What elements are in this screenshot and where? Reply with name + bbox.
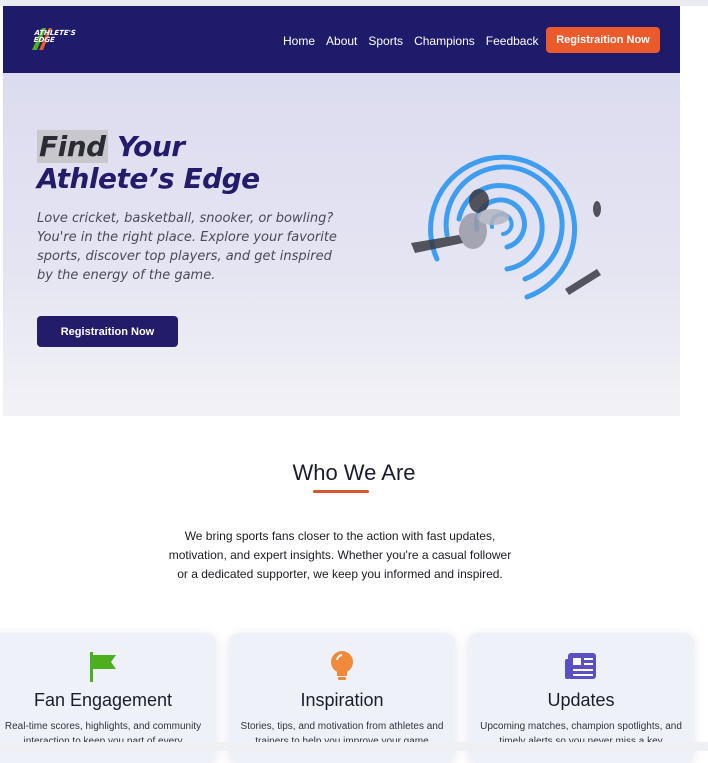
hero-title-rest: Your — [107, 130, 185, 163]
hero-title-line2: Athlete’s Edge — [37, 162, 260, 195]
hero-description: Love cricket, basketball, snooker, or bo… — [37, 211, 337, 283]
nav-registration-button[interactable]: Registraition Now — [546, 27, 660, 53]
hero-section: Find Your Athlete’s Edge Love cricket, ba… — [3, 73, 680, 416]
nav-link-champions[interactable]: Champions — [414, 34, 475, 48]
lightbulb-icon — [229, 649, 455, 683]
nav-link-sports[interactable]: Sports — [368, 34, 403, 48]
nav-link-home[interactable]: Home — [283, 34, 315, 48]
hero-title-highlight: Find — [37, 130, 108, 163]
brand-logo-text: ATHLETE'S EDGE — [33, 29, 77, 44]
nav-link-feedback[interactable]: Feedback — [486, 34, 539, 48]
brand-logo[interactable]: ATHLETE'S EDGE — [30, 26, 77, 52]
nav-links: Home About Sports Champions Feedback — [283, 34, 538, 48]
card-title: Updates — [547, 690, 615, 710]
athlete-rings-graphic — [411, 154, 601, 300]
nav-link-about[interactable]: About — [326, 34, 357, 48]
card-title: Fan Engagement — [33, 690, 173, 710]
who-we-are-text: We bring sports fans closer to the actio… — [168, 529, 512, 581]
bottom-fade — [0, 742, 708, 751]
hero-graphic — [407, 139, 603, 319]
hero-title: Find Your Athlete’s Edge — [37, 130, 260, 195]
navbar: ATHLETE'S EDGE Home About Sports Champio… — [3, 6, 680, 73]
hero-registration-button[interactable]: Registraition Now — [37, 316, 178, 347]
title-underline — [313, 490, 369, 493]
who-we-are-title: Who We Are — [292, 460, 416, 485]
flag-icon — [0, 649, 216, 683]
newspaper-icon — [468, 649, 694, 683]
card-title: Inspiration — [300, 690, 384, 710]
